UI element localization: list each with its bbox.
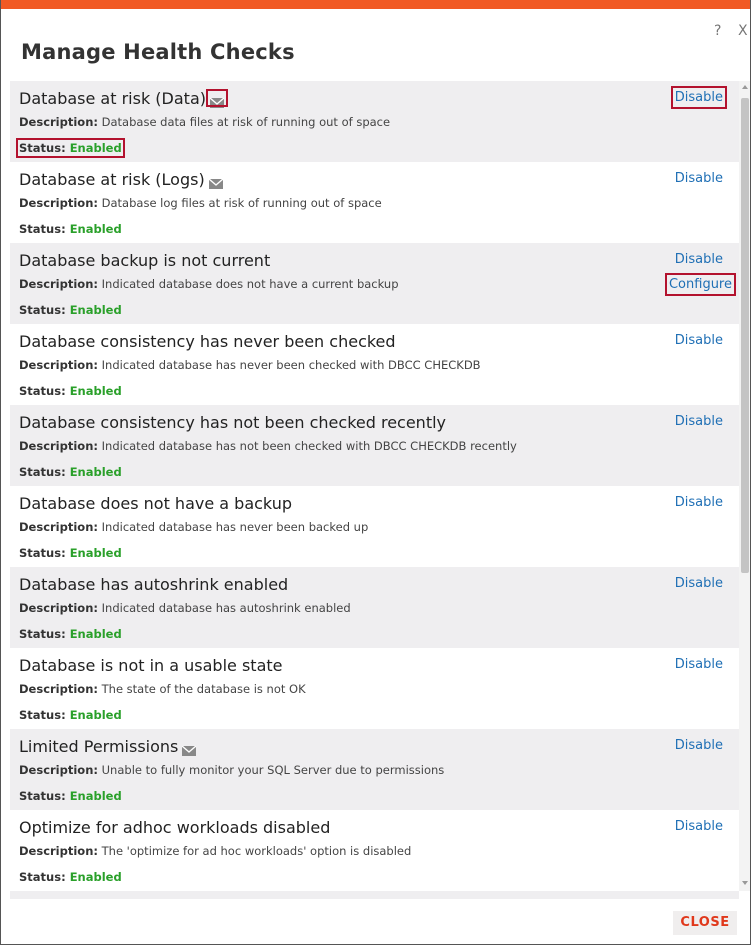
health-checks-list: Database at risk (Data) Description: Dat… [10, 81, 739, 891]
check-description: Description: Database log files at risk … [19, 196, 382, 210]
check-name-row: Database backup is not current [19, 251, 270, 270]
check-name-row: Database has autoshrink enabled [19, 575, 288, 594]
check-name-row: Database does not have a backup [19, 494, 292, 513]
health-check-row: Database consistency has never been chec… [10, 324, 739, 405]
check-description: Description: Indicated database has neve… [19, 358, 481, 372]
mail-icon[interactable] [208, 174, 224, 189]
mail-icon[interactable] [181, 741, 197, 756]
check-status: Status: Enabled [19, 870, 122, 884]
check-status: Status: Enabled [19, 222, 122, 236]
health-check-row: Database is not in a usable state Descri… [10, 648, 739, 729]
dialog-title: Manage Health Checks [21, 40, 295, 64]
check-description: Description: Unable to fully monitor you… [19, 763, 445, 777]
disable-link[interactable]: Disable [670, 86, 728, 109]
disable-link[interactable]: Disable [675, 495, 723, 510]
check-name: Database consistency has not been checke… [19, 413, 447, 432]
configure-link[interactable]: Configure [664, 273, 737, 296]
health-check-row: Database does not have a backup Descript… [10, 486, 739, 567]
check-description: Description: Indicated database has not … [19, 439, 517, 453]
partially-visible-row [10, 891, 739, 899]
health-check-row: Limited Permissions Description: Unable … [10, 729, 739, 810]
scroll-up-arrow-icon[interactable] [742, 85, 748, 89]
check-status: Status: Enabled [19, 546, 122, 560]
mail-icon[interactable] [206, 88, 228, 108]
manage-health-checks-dialog: Manage Health Checks ? X Database at ris… [0, 0, 751, 945]
disable-link[interactable]: Disable [675, 819, 723, 834]
check-name-row: Database at risk (Logs) [19, 170, 224, 189]
list-scrollbar[interactable] [739, 81, 750, 891]
health-check-row: Optimize for adhoc workloads disabled De… [10, 810, 739, 891]
check-status: Status: Enabled [19, 627, 122, 641]
health-check-row: Database backup is not current Descripti… [10, 243, 739, 324]
check-name: Database is not in a usable state [19, 656, 283, 675]
check-name: Database at risk (Logs) [19, 170, 205, 189]
check-name-row: Limited Permissions [19, 737, 197, 756]
help-button[interactable]: ? [714, 23, 721, 39]
check-status: Status: Enabled [19, 465, 122, 479]
check-description: Description: The 'optimize for ad hoc wo… [19, 844, 412, 858]
check-status: Status: Enabled [16, 138, 125, 158]
check-name: Database has autoshrink enabled [19, 575, 289, 594]
check-name: Database does not have a backup [19, 494, 292, 513]
check-name: Database at risk (Data) [19, 89, 206, 108]
check-status: Status: Enabled [19, 789, 122, 803]
close-button[interactable]: CLOSE [673, 911, 737, 935]
disable-link[interactable]: Disable [675, 252, 723, 267]
check-name-row: Database is not in a usable state [19, 656, 283, 675]
disable-link[interactable]: Disable [675, 414, 723, 429]
check-name: Limited Permissions [19, 737, 179, 756]
check-name: Database consistency has never been chec… [19, 332, 396, 351]
health-check-row: Database consistency has not been checke… [10, 405, 739, 486]
health-check-row: Database at risk (Logs) Description: Dat… [10, 162, 739, 243]
check-name: Database backup is not current [19, 251, 271, 270]
check-description: Description: Indicated database has neve… [19, 520, 369, 534]
disable-link[interactable]: Disable [675, 738, 723, 753]
check-status: Status: Enabled [19, 384, 122, 398]
check-description: Description: The state of the database i… [19, 682, 306, 696]
scrollbar-thumb[interactable] [741, 98, 749, 573]
check-status: Status: Enabled [19, 303, 122, 317]
scroll-down-arrow-icon[interactable] [742, 881, 748, 885]
disable-link[interactable]: Disable [675, 657, 723, 672]
close-x-button[interactable]: X [738, 23, 748, 39]
health-check-row: Database has autoshrink enabled Descript… [10, 567, 739, 648]
check-name-row: Database at risk (Data) [19, 88, 228, 108]
disable-link[interactable]: Disable [675, 333, 723, 348]
health-check-row: Database at risk (Data) Description: Dat… [10, 81, 739, 162]
accent-top-bar [1, 0, 750, 9]
check-name: Optimize for adhoc workloads disabled [19, 818, 331, 837]
check-description: Description: Indicated database does not… [19, 277, 399, 291]
check-name-row: Database consistency has never been chec… [19, 332, 396, 351]
check-description: Description: Indicated database has auto… [19, 601, 351, 615]
check-status: Status: Enabled [19, 708, 122, 722]
check-description: Description: Database data files at risk… [19, 115, 391, 129]
disable-link[interactable]: Disable [675, 576, 723, 591]
check-name-row: Database consistency has not been checke… [19, 413, 446, 432]
check-name-row: Optimize for adhoc workloads disabled [19, 818, 330, 837]
disable-link[interactable]: Disable [675, 171, 723, 186]
